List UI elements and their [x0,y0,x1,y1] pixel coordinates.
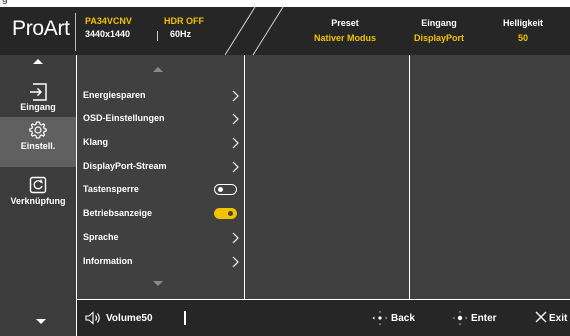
menu-item-tastensperre[interactable]: Tastensperre [83,179,241,201]
sidebar-item-label: Verknüpfung [10,196,66,206]
brightness-value: 50 [517,33,528,43]
refresh-rate: 60Hz [170,29,192,39]
sidebar-item-label: Eingang [20,102,56,112]
chevron-right-icon [232,90,239,102]
top-strip-text: g [2,0,8,5]
header-preset: Preset Nativer Modus [300,18,390,43]
menu-item-label: DisplayPort-Stream [83,161,167,171]
menu-up-arrow-icon[interactable] [153,67,163,72]
input-icon [30,83,47,101]
menu-item-label: Sprache [83,232,119,242]
menu-item-label: Information [83,256,133,266]
osd-header: ProArt PA34VCNV 3440x1440 HDR OFF 60Hz P… [0,7,570,55]
menu-item-displayport-stream[interactable]: DisplayPort-Stream [83,156,241,178]
input-value: DisplayPort [413,33,464,43]
preset-value: Nativer Modus [313,33,376,43]
menu-item-energiesparen[interactable]: Energiesparen [83,85,241,107]
volume-label: Volume50 [106,313,153,324]
brightness-label: Helligkeit [502,18,543,28]
header-slash-decoration [225,7,284,55]
toggle-knob [218,186,223,192]
menu-item-label: Betriebsanzeige [83,208,153,218]
joystick-press-icon [452,310,468,326]
menu-down-arrow-icon[interactable] [153,281,163,286]
menu-item-label: Tastensperre [83,184,139,194]
menu-item-information[interactable]: Information [83,251,241,273]
menu-item-klang[interactable]: Klang [83,132,241,154]
submenu-panel [245,55,409,299]
footer-separator [184,311,186,325]
shortcut-icon [29,176,47,194]
value-panel [410,55,570,299]
osd-footer: Volume50 Back Enter Exit [77,300,570,336]
sidebar: Eingang Einstell. Verknüpfung [0,55,76,336]
hdr-status: HDR OFF [164,16,204,26]
menu-item-osd-einstellungen[interactable]: OSD-Einstellungen [83,108,241,130]
proart-logo: ProArt [12,17,70,40]
menu-item-betriebsanzeige[interactable]: Betriebsanzeige [83,203,241,225]
preset-label: Preset [331,18,359,28]
resolution: 3440x1440 [85,29,131,39]
exit-label: Exit [549,313,568,324]
chevron-right-icon [232,256,239,268]
header-brightness: Helligkeit 50 [488,18,558,43]
sidebar-item-einstell[interactable]: Einstell. [0,117,76,167]
settings-menu: Energiesparen OSD-Einstellungen Klang Di… [77,55,244,299]
menu-item-sprache[interactable]: Sprache [83,227,241,249]
header-separator [157,31,158,41]
sidebar-item-label: Einstell. [20,141,56,151]
sidebar-item-verknuepfung[interactable]: Verknüpfung [0,172,76,222]
header-input: Eingang DisplayPort [398,18,480,43]
chevron-right-icon [232,161,239,173]
chevron-right-icon [232,232,239,244]
back-label: Back [391,313,415,324]
menu-item-label: Klang [83,137,109,147]
joystick-left-icon [372,310,388,326]
input-label: Eingang [421,18,457,28]
chevron-right-icon [232,113,239,125]
model-name: PA34VCNV [85,16,132,26]
header-divider [75,13,76,51]
menu-item-label: OSD-Einstellungen [83,113,165,123]
sidebar-down-arrow-icon[interactable] [36,319,46,324]
top-strip: g [0,0,570,7]
gear-icon [29,121,47,139]
tastensperre-toggle[interactable] [214,184,237,195]
toggle-knob [228,211,233,216]
enter-label: Enter [471,313,497,324]
chevron-right-icon [232,137,239,149]
speaker-icon[interactable] [85,311,103,325]
betriebsanzeige-toggle[interactable] [214,208,237,219]
sidebar-up-arrow-icon[interactable] [33,59,43,64]
menu-item-label: Energiesparen [83,90,146,100]
